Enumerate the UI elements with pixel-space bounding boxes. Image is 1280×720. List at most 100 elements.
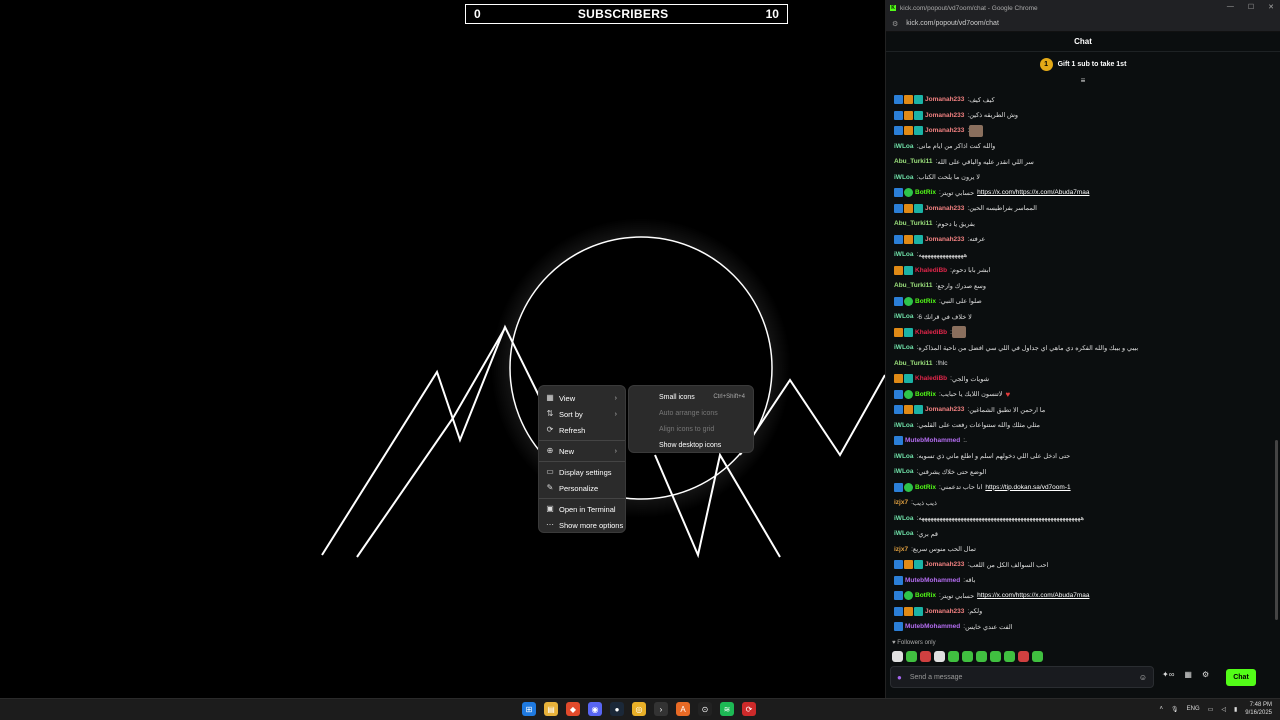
bot-badge-icon[interactable] xyxy=(894,188,903,198)
chat-username[interactable]: iWLoa xyxy=(894,251,914,258)
sub-badge-icon[interactable] xyxy=(914,560,923,570)
bot-badge-icon[interactable] xyxy=(894,482,903,492)
verified-badge-icon[interactable] xyxy=(904,591,913,601)
recorder-icon[interactable]: ⟳ xyxy=(742,702,756,716)
battery-icon[interactable]: ▮ xyxy=(1234,706,1237,713)
mod-badge-icon[interactable] xyxy=(894,234,903,244)
chat-username[interactable]: BotRix xyxy=(915,592,936,599)
chat-username[interactable]: Jomanah233 xyxy=(925,406,964,413)
ctx-item-open-in-terminal[interactable]: ▣ Open in Terminal xyxy=(539,501,625,517)
chat-username[interactable]: Jomanah233 xyxy=(925,112,964,119)
emoji-icon[interactable]: ☺ xyxy=(1139,673,1147,682)
quick-emote-icon[interactable] xyxy=(976,651,987,662)
chat-username[interactable]: iWLoa xyxy=(894,344,914,351)
chat-username[interactable]: izjx7 xyxy=(894,499,908,506)
chat-username[interactable]: BotRix xyxy=(915,484,936,491)
chrome-icon[interactable]: ◎ xyxy=(632,702,646,716)
vip-badge-icon[interactable] xyxy=(904,203,913,213)
sub-badge-icon[interactable] xyxy=(904,265,913,275)
chat-username[interactable]: Jomanah233 xyxy=(925,205,964,212)
mod-badge-icon[interactable] xyxy=(894,95,903,105)
chat-username[interactable]: KhalediBb xyxy=(915,267,947,274)
volume-icon[interactable]: ◁ xyxy=(1221,706,1226,713)
sub-badge-icon[interactable] xyxy=(914,405,923,415)
bot-badge-icon[interactable] xyxy=(894,296,903,306)
network-icon[interactable]: ▭ xyxy=(1208,706,1214,713)
chat-username[interactable]: Abu_Turki11 xyxy=(894,158,933,165)
vip-badge-icon[interactable] xyxy=(904,110,913,120)
mod-badge-icon[interactable] xyxy=(894,203,903,213)
mod-badge-icon[interactable] xyxy=(894,606,903,616)
close-icon[interactable]: ✕ xyxy=(1268,3,1274,11)
chat-username[interactable]: iWLoa xyxy=(894,530,914,537)
chat-username[interactable]: MutebMohammed xyxy=(905,577,960,584)
chat-link[interactable]: https://x.com/https://x.com/Abuda7maa xyxy=(977,189,1089,196)
chat-username[interactable]: Jomanah233 xyxy=(925,96,964,103)
vip-badge-icon[interactable] xyxy=(904,405,913,415)
filter-icon[interactable]: ≡ xyxy=(886,76,1280,88)
vip-badge-icon[interactable] xyxy=(904,560,913,570)
gift-leaderboard[interactable]: 1 Gift 1 sub to take 1st xyxy=(886,52,1280,76)
chat-link[interactable]: https://x.com/https://x.com/Abuda7maa xyxy=(977,592,1089,599)
obs-icon[interactable]: ⊙ xyxy=(698,702,712,716)
spotify-icon[interactable]: ≋ xyxy=(720,702,734,716)
site-info-icon[interactable]: ⚙ xyxy=(892,20,898,28)
verified-badge-icon[interactable] xyxy=(904,188,913,198)
discord-icon[interactable]: ◉ xyxy=(588,702,602,716)
store-icon[interactable]: ▦ xyxy=(1184,670,1192,679)
file-explorer-icon[interactable]: ▤ xyxy=(544,702,558,716)
ctx-item-refresh[interactable]: ⟳ Refresh xyxy=(539,422,625,438)
chat-username[interactable]: KhalediBb xyxy=(915,329,947,336)
crown-badge-icon[interactable] xyxy=(894,327,903,337)
ctx-item-new[interactable]: ⊕ New › xyxy=(539,443,625,459)
verified-badge-icon[interactable] xyxy=(904,296,913,306)
steam-icon[interactable]: ● xyxy=(610,702,624,716)
sub-badge-icon[interactable] xyxy=(914,606,923,616)
quick-emote-icon[interactable] xyxy=(920,651,931,662)
ctx-item-show-more-options[interactable]: ⋯ Show more options xyxy=(539,517,625,533)
windows-start-icon[interactable]: ⊞ xyxy=(522,702,536,716)
chat-username[interactable]: KhalediBb xyxy=(915,375,947,382)
chat-username[interactable]: izjx7 xyxy=(894,546,908,553)
language-indicator[interactable]: ENG xyxy=(1187,706,1200,712)
vip-badge-icon[interactable] xyxy=(904,95,913,105)
sub-badge-icon[interactable] xyxy=(904,327,913,337)
terminal-app-icon[interactable]: › xyxy=(654,702,668,716)
mod-badge-icon[interactable] xyxy=(894,622,903,632)
mic-icon[interactable]: ● xyxy=(897,673,902,682)
quick-emote-icon[interactable] xyxy=(906,651,917,662)
office-icon[interactable]: A xyxy=(676,702,690,716)
chevron-up-icon[interactable]: ˄ xyxy=(1160,706,1164,712)
sub-badge-icon[interactable] xyxy=(914,126,923,136)
sub-badge-icon[interactable] xyxy=(914,203,923,213)
bot-badge-icon[interactable] xyxy=(894,591,903,601)
bot-badge-icon[interactable] xyxy=(894,389,903,399)
brave-icon[interactable]: ◆ xyxy=(566,702,580,716)
vip-badge-icon[interactable] xyxy=(904,126,913,136)
quick-emote-icon[interactable] xyxy=(948,651,959,662)
ctx-item-sort-by[interactable]: ⇅ Sort by › xyxy=(539,406,625,422)
crown-badge-icon[interactable] xyxy=(894,265,903,275)
sub-badge-icon[interactable] xyxy=(914,234,923,244)
crown-badge-icon[interactable] xyxy=(894,374,903,384)
clock[interactable]: 7:48 PM 9/16/2025 xyxy=(1245,701,1272,717)
ctx-item-personalize[interactable]: ✎ Personalize xyxy=(539,480,625,496)
desktop[interactable]: 0 SUBSCRIBERS 10 ▦ View › ⇅ Sort by › ⟳ Refresh… xyxy=(0,0,1280,698)
vip-badge-icon[interactable] xyxy=(904,606,913,616)
mod-badge-icon[interactable] xyxy=(894,560,903,570)
mod-badge-icon[interactable] xyxy=(894,575,903,585)
verified-badge-icon[interactable] xyxy=(904,389,913,399)
settings-gear-icon[interactable]: ⚙ xyxy=(1202,670,1209,679)
vip-badge-icon[interactable] xyxy=(904,234,913,244)
minimize-icon[interactable]: — xyxy=(1227,3,1234,11)
chat-username[interactable]: iWLoa xyxy=(894,143,914,150)
chat-username[interactable]: Jomanah233 xyxy=(925,236,964,243)
mic-tray-icon[interactable]: 🎙 xyxy=(1171,706,1179,713)
chat-input[interactable]: ● Send a message ☺ xyxy=(890,666,1154,688)
mod-badge-icon[interactable] xyxy=(894,110,903,120)
chat-link[interactable]: https://tip.dokan.sa/vd7oom-1 xyxy=(985,484,1070,491)
quick-emote-icon[interactable] xyxy=(1004,651,1015,662)
chat-username[interactable]: Jomanah233 xyxy=(925,561,964,568)
chat-username[interactable]: Abu_Turki11 xyxy=(894,360,933,367)
quick-emote-icon[interactable] xyxy=(1018,651,1029,662)
